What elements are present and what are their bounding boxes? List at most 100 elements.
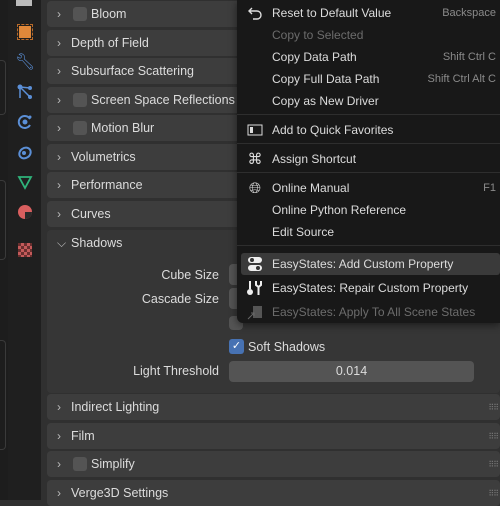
menu-item-easystates-repair-custom-property[interactable]: EasyStates: Repair Custom Property <box>237 277 500 299</box>
cube-size-label: Cube Size <box>161 268 219 282</box>
chevron-right-icon: › <box>57 486 61 500</box>
tab-constraints[interactable] <box>16 143 34 161</box>
menu-item-copy-as-new-driver[interactable]: Copy as New Driver <box>237 90 500 112</box>
menu-item-label: Online Manual <box>272 181 350 195</box>
chevron-right-icon: › <box>57 457 61 471</box>
panel-header[interactable]: › Verge3D Settings <box>47 480 168 506</box>
tab-texture[interactable] <box>16 241 34 259</box>
panel-header[interactable]: › Subsurface Scattering <box>47 58 194 84</box>
panel-title: Volumetrics <box>71 150 136 164</box>
panel-title: Subsurface Scattering <box>71 64 194 78</box>
tab-data[interactable] <box>16 173 34 191</box>
panel-header[interactable]: › Bloom <box>47 1 126 27</box>
menu-item-label: EasyStates: Repair Custom Property <box>272 281 469 295</box>
left-editor-edge <box>0 0 8 500</box>
menu-item-online-manual[interactable]: 🌐︎ Online Manual F1 <box>237 177 500 199</box>
panel-verge3d-settings: › Verge3D Settings ⠿⠿ <box>47 480 500 506</box>
menu-separator <box>237 172 500 173</box>
panel-title: Verge3D Settings <box>71 486 169 500</box>
panel-header[interactable]: › Performance <box>47 172 143 198</box>
panel-header[interactable]: ⌵ Shadows <box>47 230 122 256</box>
properties-tab-bar: 🔧︎ <box>8 0 41 500</box>
menu-item-label: Copy to Selected <box>272 28 364 42</box>
menu-item-label: EasyStates: Apply To All Scene States <box>272 305 476 319</box>
panel-enable-checkbox[interactable] <box>73 457 87 471</box>
panel-title: Motion Blur <box>91 121 155 135</box>
menu-item-assign-shortcut[interactable]: ⌘ Assign Shortcut <box>237 148 500 170</box>
panel-header[interactable]: › Depth of Field <box>47 30 149 56</box>
panel-title: Simplify <box>91 457 135 471</box>
chevron-right-icon: › <box>57 429 61 443</box>
panel-simplify: › Simplify ⠿⠿ <box>47 451 500 477</box>
panel-title: Shadows <box>71 236 123 250</box>
panel-title: Curves <box>71 207 111 221</box>
soft-shadows-checkbox[interactable]: ✓ <box>229 339 244 354</box>
light-threshold-field[interactable]: 0.014 <box>229 361 474 382</box>
tab-particles[interactable] <box>16 83 34 101</box>
menu-item-copy-full-data-path[interactable]: Copy Full Data Path Shift Ctrl Alt C <box>237 68 500 90</box>
menu-separator <box>237 245 500 246</box>
drag-handle-icon[interactable]: ⠿⠿ <box>488 489 499 498</box>
menu-separator <box>237 143 500 144</box>
panel-title: Performance <box>71 178 143 192</box>
menu-item-shortcut: Shift Ctrl C <box>442 51 496 63</box>
panel-enable-checkbox[interactable] <box>73 93 87 107</box>
chevron-right-icon: › <box>57 150 61 164</box>
menu-item-easystates-add-custom-property[interactable]: EasyStates: Add Custom Property <box>241 253 500 275</box>
panel-enable-checkbox[interactable] <box>73 121 87 135</box>
tools-icon <box>246 279 264 297</box>
chevron-right-icon: › <box>57 400 61 414</box>
menu-item-edit-source[interactable]: Edit Source <box>237 221 500 243</box>
menu-separator <box>237 114 500 115</box>
menu-item-copy-data-path[interactable]: Copy Data Path Shift Ctrl C <box>237 46 500 68</box>
panel-header[interactable]: › Indirect Lighting <box>47 394 159 420</box>
panel-title: Indirect Lighting <box>71 400 160 414</box>
object-icon <box>17 24 33 40</box>
menu-item-label: Reset to Default Value <box>272 6 392 20</box>
tab-modifiers[interactable]: 🔧︎ <box>14 53 36 71</box>
menu-item-shortcut: Shift Ctrl Alt C <box>427 73 496 85</box>
menu-item-easystates-apply-to-all-scene-states[interactable]: EasyStates: Apply To All Scene States <box>237 301 500 323</box>
menu-item-add-to-quick-favorites[interactable]: Add to Quick Favorites <box>237 119 500 141</box>
tab-object[interactable] <box>16 23 34 41</box>
apply-icon <box>246 303 264 321</box>
light-threshold-label: Light Threshold <box>133 364 219 378</box>
drag-handle-icon[interactable]: ⠿⠿ <box>488 432 499 441</box>
panel-header[interactable]: › Film <box>47 423 95 449</box>
menu-item-label: EasyStates: Add Custom Property <box>272 257 454 271</box>
quick-favorites-icon <box>246 121 264 139</box>
panel-header[interactable]: › Motion Blur <box>47 115 154 141</box>
tab-render[interactable] <box>16 0 32 6</box>
panel-title: Film <box>71 429 95 443</box>
tab-physics[interactable] <box>16 113 34 131</box>
drag-handle-icon[interactable]: ⠿⠿ <box>488 403 499 412</box>
panel-enable-checkbox[interactable] <box>73 7 87 21</box>
panel-header[interactable]: › Screen Space Reflections <box>47 87 235 113</box>
tab-material[interactable] <box>16 203 34 221</box>
panel-title: Bloom <box>91 7 127 21</box>
menu-item-online-python-reference[interactable]: Online Python Reference <box>237 199 500 221</box>
particles-icon <box>17 84 32 99</box>
cascade-size-label: Cascade Size <box>141 292 219 306</box>
menu-item-label: Copy Full Data Path <box>272 72 380 86</box>
panel-header[interactable]: › Curves <box>47 201 111 227</box>
chevron-down-icon: ⌵ <box>57 235 67 250</box>
panel-title: Screen Space Reflections <box>91 93 235 107</box>
panel-film: › Film ⠿⠿ <box>47 423 500 449</box>
toggle-icon <box>246 255 264 273</box>
panel-header[interactable]: › Simplify <box>47 451 135 477</box>
menu-item-shortcut: Backspace <box>442 7 496 19</box>
menu-item-reset-to-default-value[interactable]: Reset to Default Value Backspace <box>237 2 500 24</box>
drag-handle-icon[interactable]: ⠿⠿ <box>488 460 499 469</box>
wrench-icon: 🔧︎ <box>14 54 36 71</box>
panel-indirect-lighting: › Indirect Lighting ⠿⠿ <box>47 394 500 420</box>
keyboard-command-icon: ⌘ <box>247 151 263 168</box>
menu-item-label: Copy as New Driver <box>272 94 379 108</box>
mesh-data-icon <box>17 176 33 190</box>
panel-header[interactable]: › Volumetrics <box>47 144 136 170</box>
menu-item-label: Add to Quick Favorites <box>272 123 394 137</box>
chevron-right-icon: › <box>57 64 61 78</box>
context-menu: Reset to Default Value Backspace Copy to S… <box>237 0 500 323</box>
menu-item-label: Assign Shortcut <box>272 152 357 166</box>
menu-item-copy-to-selected[interactable]: Copy to Selected <box>237 24 500 46</box>
